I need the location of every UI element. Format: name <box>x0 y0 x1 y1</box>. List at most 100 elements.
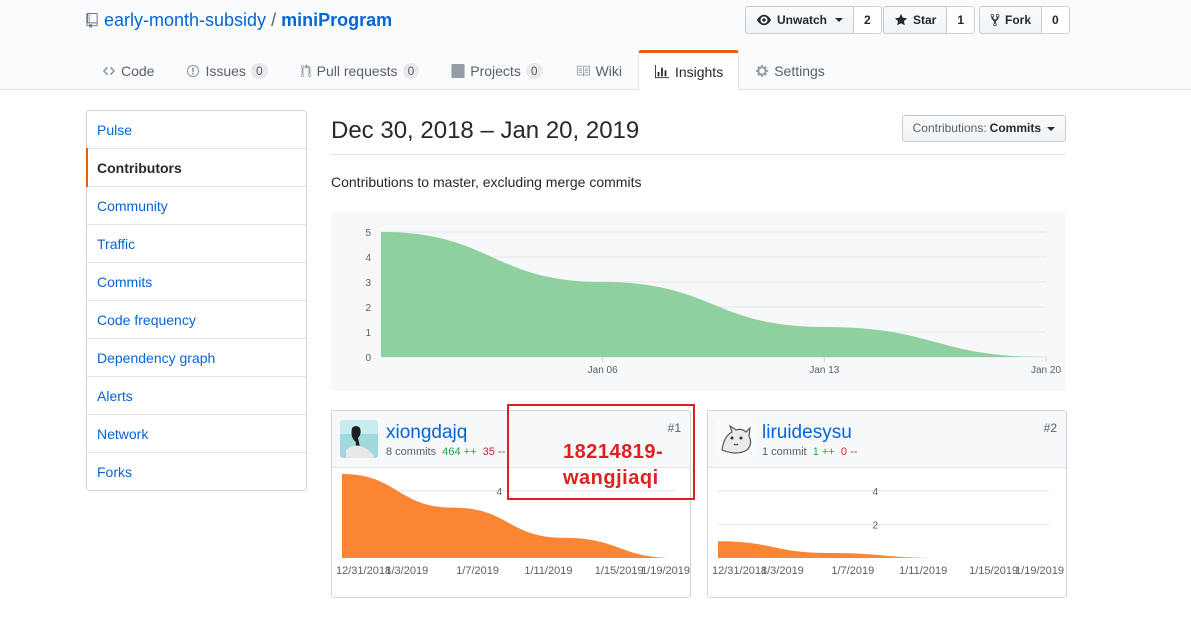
star-icon <box>894 13 908 26</box>
repo-owner-link[interactable]: early-month-subsidy <box>104 9 266 31</box>
y-tick-label: 2 <box>872 520 878 531</box>
contributor-username[interactable]: xiongdajq <box>386 421 467 445</box>
contributor-rank: #2 <box>1043 421 1057 435</box>
tab-pull-requests-label: Pull requests <box>316 63 398 79</box>
sidebar-item-commits[interactable]: Commits <box>87 263 306 301</box>
contributions-select-value: Commits <box>989 121 1041 135</box>
x-tick-label: 1/3/2019 <box>761 565 804 577</box>
x-tick-label: 1/11/2019 <box>899 565 947 577</box>
contributor-deletions: 0 -- <box>840 446 858 458</box>
x-tick-label: Jan 06 <box>588 365 618 376</box>
fork-button[interactable]: Fork <box>979 6 1043 34</box>
tab-issues[interactable]: Issues 0 <box>170 50 283 90</box>
sidebar-item-traffic[interactable]: Traffic <box>87 225 306 263</box>
unwatch-button[interactable]: Unwatch <box>745 6 855 34</box>
contributor-commits-link[interactable]: 8 commits <box>386 446 436 458</box>
y-tick-label: 4 <box>496 487 502 498</box>
contributor-card: liruidesysu 1 commit 1 ++ 0 -- #2 2 4 12/3… <box>707 410 1067 598</box>
repo-icon <box>86 12 98 28</box>
y-tick-label: 1 <box>365 328 371 339</box>
y-tick-label: 0 <box>365 353 371 364</box>
series-area <box>381 232 1046 357</box>
watch-group: Unwatch 2 <box>745 6 882 34</box>
tab-issues-label: Issues <box>205 63 246 79</box>
tab-pull-requests[interactable]: Pull requests 0 <box>284 50 436 90</box>
sidebar-item-code-frequency[interactable]: Code frequency <box>87 301 306 339</box>
contributor-stats: 1 commit 1 ++ 0 -- <box>762 446 857 458</box>
contributor-commits-link[interactable]: 1 commit <box>762 446 807 458</box>
tab-insights[interactable]: Insights <box>637 50 740 91</box>
contributor-chart: 2 4 12/31/20181/3/2019 1/7/2019 1/11/2019 1/1… <box>712 487 1064 577</box>
gear-icon <box>755 64 769 78</box>
annotation-text: 18214819- wangjiaqi <box>563 439 663 491</box>
x-tick-label: 1/3/2019 <box>385 565 428 577</box>
star-group: Star 1 <box>883 6 976 34</box>
git-pull-request-icon <box>300 64 312 78</box>
sidebar-item-alerts[interactable]: Alerts <box>87 377 306 415</box>
user-avatar-photo-icon[interactable] <box>340 420 378 458</box>
projects-count: 0 <box>525 63 543 79</box>
fork-icon <box>990 13 1000 27</box>
tab-settings[interactable]: Settings <box>739 50 841 90</box>
y-tick-label: 4 <box>872 487 878 498</box>
tab-settings-label: Settings <box>774 63 825 79</box>
contributors-header: Dec 30, 2018 – Jan 20, 2019 Contribution… <box>331 110 1066 155</box>
issue-opened-icon <box>186 64 200 78</box>
annotation-line-2: wangjiaqi <box>563 467 659 489</box>
tab-projects-label: Projects <box>470 63 521 79</box>
x-tick-label: 12/31/2018 <box>712 565 767 577</box>
watchers-count[interactable]: 2 <box>854 6 882 34</box>
tab-projects[interactable]: Projects 0 <box>435 50 558 90</box>
repo-title: early-month-subsidy / miniProgram <box>86 9 392 31</box>
x-tick-label: 1/15/2019 <box>969 565 1018 577</box>
project-icon <box>451 64 465 78</box>
sidebar-item-contributors[interactable]: Contributors <box>86 148 306 187</box>
stars-count[interactable]: 1 <box>947 6 976 34</box>
sidebar-item-dependency-graph[interactable]: Dependency graph <box>87 339 306 377</box>
contributor-additions: 464 ++ <box>442 446 477 458</box>
tab-wiki-label: Wiki <box>595 63 622 79</box>
contributions-select-prefix: Contributions: <box>912 121 987 135</box>
sidebar-item-network[interactable]: Network <box>87 415 306 453</box>
x-tick-label: 1/19/2019 <box>641 565 690 577</box>
chevron-down-icon <box>835 18 844 22</box>
tab-code-label: Code <box>121 63 155 79</box>
contributor-deletions: 35 -- <box>482 446 506 458</box>
cat-sketch-avatar-icon[interactable] <box>716 420 754 458</box>
sidebar-item-community[interactable]: Community <box>87 187 306 225</box>
sidebar-item-pulse[interactable]: Pulse <box>87 111 306 149</box>
series-area <box>718 541 1049 558</box>
repo-path-separator: / <box>271 10 277 30</box>
fork-group: Fork 0 <box>979 6 1070 34</box>
annotation-box: 18214819- wangjiaqi <box>507 404 695 500</box>
x-tick-label: 1/11/2019 <box>524 565 572 577</box>
contributor-username[interactable]: liruidesysu <box>762 421 852 445</box>
eye-icon <box>757 14 771 26</box>
star-button[interactable]: Star <box>883 6 948 34</box>
x-tick-label: 1/15/2019 <box>595 565 644 577</box>
contributions-select-button[interactable]: Contributions: Commits <box>901 115 1066 142</box>
unwatch-label: Unwatch <box>777 13 828 27</box>
contributions-description: Contributions to master, excluding merge… <box>331 174 642 190</box>
tab-code[interactable]: Code <box>86 50 170 90</box>
sidebar-item-forks[interactable]: Forks <box>87 453 306 490</box>
date-range-title: Dec 30, 2018 – Jan 20, 2019 <box>331 117 640 144</box>
code-icon <box>102 64 116 78</box>
repo-name-link[interactable]: miniProgram <box>281 9 392 31</box>
x-tick-label: 1/7/2019 <box>831 565 874 577</box>
y-tick-label: 2 <box>365 303 371 314</box>
contributions-chart-svg: 0 1 2 3 4 5 Jan 06 Jan 13 Jan 20 <box>365 228 1061 376</box>
x-tick-label: 1/19/2019 <box>1015 565 1064 577</box>
annotation-line-1: 18214819- <box>563 441 664 463</box>
x-tick-label: Jan 20 <box>1031 365 1061 376</box>
contributor-card-header: liruidesysu 1 commit 1 ++ 0 -- #2 <box>708 411 1066 468</box>
fork-label: Fork <box>1005 13 1032 27</box>
pull-requests-count: 0 <box>402 63 420 79</box>
star-label: Star <box>913 13 937 27</box>
contributions-chart[interactable]: 0 1 2 3 4 5 Jan 06 Jan 13 Jan 20 <box>331 212 1066 391</box>
tab-wiki[interactable]: Wiki <box>559 50 638 90</box>
forks-count[interactable]: 0 <box>1042 6 1070 34</box>
y-tick-label: 4 <box>365 253 371 264</box>
x-tick-label: 1/7/2019 <box>456 565 499 577</box>
chevron-down-icon <box>1047 126 1055 131</box>
